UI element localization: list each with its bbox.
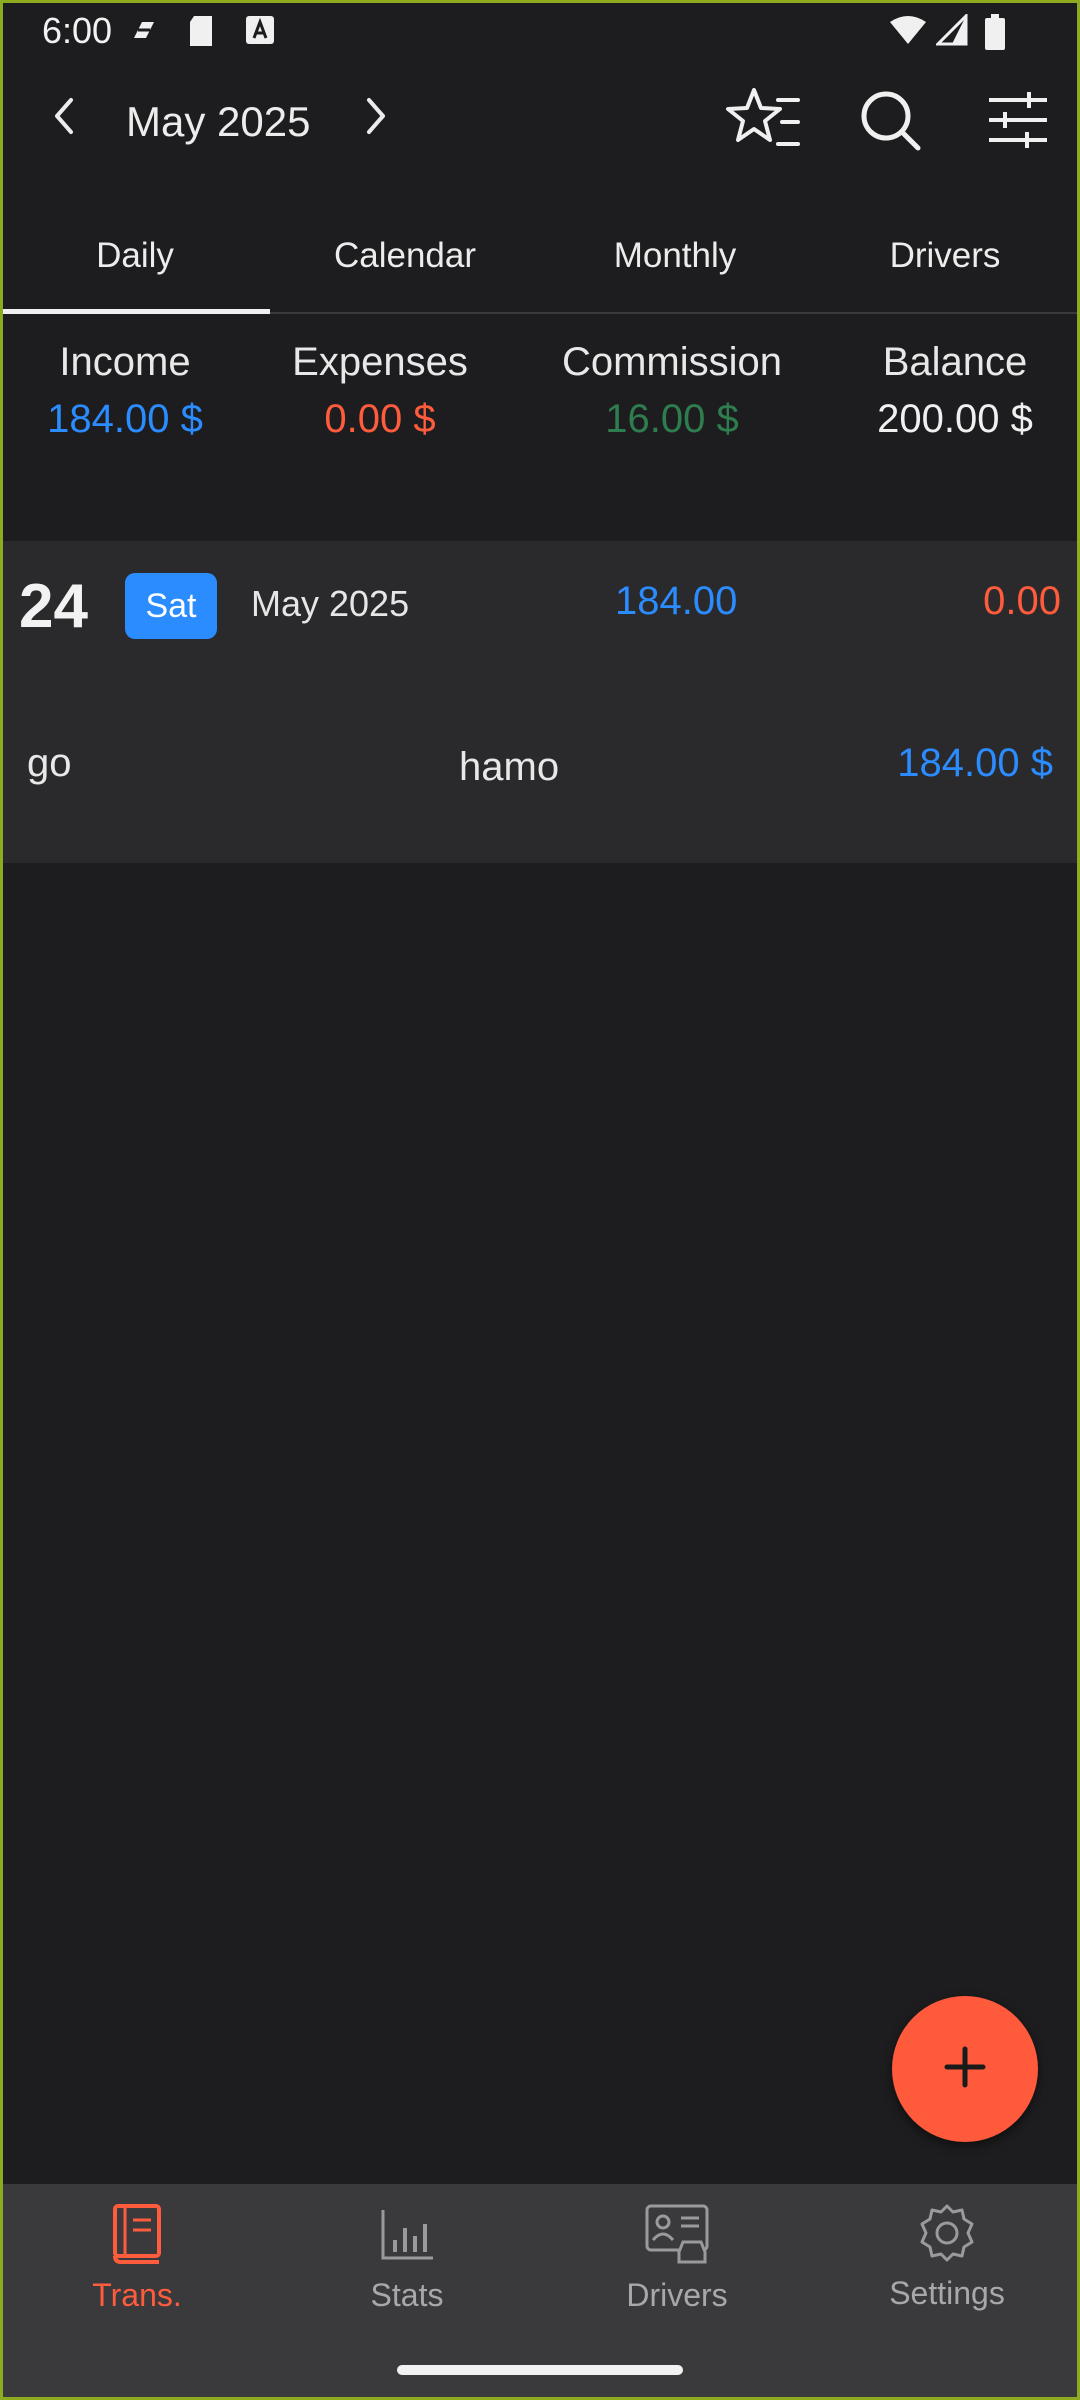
accessibility-a-icon xyxy=(244,14,276,51)
balance-value: 200.00 $ xyxy=(877,397,1033,441)
expenses-value: 0.00 $ xyxy=(324,397,436,441)
expenses-label: Expenses xyxy=(292,340,468,384)
nav-label-transactions: Trans. xyxy=(92,2277,182,2313)
next-month-button[interactable] xyxy=(348,90,404,146)
nav-item-drivers[interactable]: Drivers xyxy=(567,2202,787,2314)
status-time: 6:00 xyxy=(42,10,113,51)
previous-month-button[interactable] xyxy=(36,90,92,146)
book-icon xyxy=(109,2204,165,2270)
chevron-left-icon xyxy=(49,96,79,141)
transaction-amount: 184.00 $ xyxy=(897,741,1053,785)
nav-label-settings: Settings xyxy=(889,2275,1005,2311)
battery-icon xyxy=(984,14,1006,55)
chevron-right-icon xyxy=(361,96,391,141)
summary-income: Income 184.00 $ xyxy=(20,340,230,442)
wifi-icon xyxy=(888,14,928,51)
commission-value: 16.00 $ xyxy=(605,397,739,441)
transaction-note: hamo xyxy=(459,745,560,789)
commission-label: Commission xyxy=(561,340,783,384)
cell-signal-icon xyxy=(934,12,968,51)
search-icon xyxy=(858,88,922,157)
nav-item-settings[interactable]: Settings xyxy=(837,2202,1057,2312)
star-list-icon xyxy=(726,86,802,155)
tab-monthly[interactable]: Monthly xyxy=(540,200,810,312)
tab-calendar[interactable]: Calendar xyxy=(270,200,540,312)
weekday-badge: Sat xyxy=(125,573,217,639)
tab-daily[interactable]: Daily xyxy=(0,200,270,314)
view-tabs: Daily Calendar Monthly Drivers xyxy=(0,200,1080,314)
income-label: Income xyxy=(59,340,191,384)
day-expense-total: 0.00 xyxy=(983,579,1061,623)
search-button[interactable] xyxy=(852,84,928,160)
nav-item-stats[interactable]: Stats xyxy=(297,2202,517,2314)
transaction-row[interactable]: go hamo 184.00 $ xyxy=(3,691,1077,863)
day-group: 24 Sat May 2025 184.00 0.00 go hamo 184.… xyxy=(3,541,1077,863)
nav-item-transactions[interactable]: Trans. xyxy=(27,2202,247,2314)
day-income-total: 184.00 xyxy=(615,579,738,623)
status-bar: 6:00 xyxy=(0,0,1080,62)
filter-button[interactable] xyxy=(978,84,1058,160)
tab-drivers[interactable]: Drivers xyxy=(810,200,1080,312)
bar-chart-icon xyxy=(379,2210,435,2270)
nav-label-stats: Stats xyxy=(370,2277,444,2313)
summary-expenses: Expenses 0.00 $ xyxy=(270,340,490,442)
month-summary: Income 184.00 $ Expenses 0.00 $ Commissi… xyxy=(0,340,1080,460)
filter-sliders-icon xyxy=(987,91,1049,153)
summary-balance: Balance 200.00 $ xyxy=(850,340,1060,442)
month-title: May 2025 xyxy=(126,98,311,145)
favorites-button[interactable] xyxy=(722,84,806,156)
nav-label-drivers: Drivers xyxy=(626,2277,728,2313)
transaction-category: go xyxy=(27,741,72,785)
balance-label: Balance xyxy=(882,340,1028,384)
income-value: 184.00 $ xyxy=(47,397,203,441)
driver-id-card-icon xyxy=(643,2204,711,2270)
plus-icon xyxy=(943,2045,987,2094)
summary-commission: Commission 16.00 $ xyxy=(540,340,804,442)
gear-icon xyxy=(916,2204,978,2268)
sd-card-icon xyxy=(186,14,216,53)
home-indicator[interactable] xyxy=(397,2365,683,2375)
notification-icon xyxy=(128,14,160,51)
day-number: 24 xyxy=(19,572,88,641)
add-transaction-button[interactable] xyxy=(892,1996,1038,2142)
top-app-bar: May 2025 xyxy=(0,70,1080,180)
day-month: May 2025 xyxy=(251,583,410,624)
